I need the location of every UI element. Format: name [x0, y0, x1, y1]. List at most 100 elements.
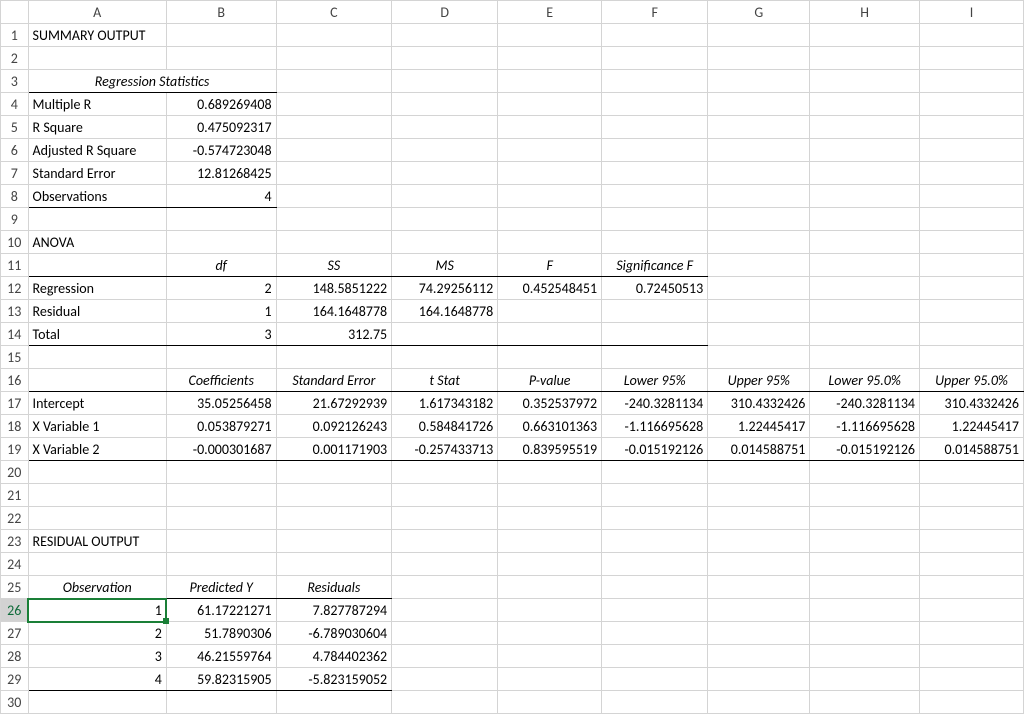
cell-G28[interactable]: [708, 645, 810, 668]
cell-E13[interactable]: [498, 300, 602, 323]
cell-H25[interactable]: [810, 576, 920, 599]
cell-G5[interactable]: [708, 116, 810, 139]
row-header-28[interactable]: 28: [1, 645, 29, 668]
row-header-2[interactable]: 2: [1, 47, 29, 70]
cell-F23[interactable]: [602, 530, 708, 553]
cell-I7[interactable]: [920, 162, 1024, 185]
cell-E22[interactable]: [498, 507, 602, 530]
cell-G21[interactable]: [708, 484, 810, 507]
spreadsheet-grid[interactable]: A B C D E F G H I 1 SUMMARY OUTPUT 2 3 R…: [0, 0, 1024, 714]
cell-E6[interactable]: [498, 139, 602, 162]
cell-E27[interactable]: [498, 622, 602, 645]
cell-D29[interactable]: [392, 668, 498, 691]
cell-B30[interactable]: [166, 691, 276, 714]
cell-E26[interactable]: [498, 599, 602, 622]
cell-A4[interactable]: Multiple R: [28, 93, 166, 116]
cell-F13[interactable]: [602, 300, 708, 323]
cell-C1[interactable]: [276, 24, 392, 47]
cell-D28[interactable]: [392, 645, 498, 668]
cell-H1[interactable]: [810, 24, 920, 47]
cell-E19[interactable]: 0.839595519: [498, 438, 602, 461]
cell-E3[interactable]: [498, 70, 602, 93]
cell-G23[interactable]: [708, 530, 810, 553]
cell-D14[interactable]: [392, 323, 498, 346]
cell-A5[interactable]: R Square: [28, 116, 166, 139]
cell-E28[interactable]: [498, 645, 602, 668]
cell-B13[interactable]: 1: [166, 300, 276, 323]
cell-B16[interactable]: Coefficients: [166, 369, 276, 392]
cell-F20[interactable]: [602, 461, 708, 484]
cell-F19[interactable]: -0.015192126: [602, 438, 708, 461]
cell-G11[interactable]: [708, 254, 810, 277]
cell-G9[interactable]: [708, 208, 810, 231]
cell-H16[interactable]: Lower 95.0%: [810, 369, 920, 392]
cell-G8[interactable]: [708, 185, 810, 208]
cell-E20[interactable]: [498, 461, 602, 484]
cell-G17[interactable]: 310.4332426: [708, 392, 810, 415]
cell-I29[interactable]: [920, 668, 1024, 691]
cell-C25[interactable]: Residuals: [276, 576, 392, 599]
cell-C18[interactable]: 0.092126243: [276, 415, 392, 438]
cell-D27[interactable]: [392, 622, 498, 645]
cell-I17[interactable]: 310.4332426: [920, 392, 1024, 415]
cell-D15[interactable]: [392, 346, 498, 369]
cell-H17[interactable]: -240.3281134: [810, 392, 920, 415]
cell-D2[interactable]: [392, 47, 498, 70]
cell-F25[interactable]: [602, 576, 708, 599]
cell-G27[interactable]: [708, 622, 810, 645]
cell-B11[interactable]: df: [166, 254, 276, 277]
cell-E21[interactable]: [498, 484, 602, 507]
cell-A13[interactable]: Residual: [28, 300, 166, 323]
row-header-20[interactable]: 20: [1, 461, 29, 484]
cell-C11[interactable]: SS: [276, 254, 392, 277]
col-header-G[interactable]: G: [708, 1, 810, 24]
cell-F16[interactable]: Lower 95%: [602, 369, 708, 392]
cell-A8[interactable]: Observations: [28, 185, 166, 208]
cell-D10[interactable]: [392, 231, 498, 254]
cell-G13[interactable]: [708, 300, 810, 323]
cell-A6[interactable]: Adjusted R Square: [28, 139, 166, 162]
col-header-B[interactable]: B: [166, 1, 276, 24]
cell-I30[interactable]: [920, 691, 1024, 714]
cell-C17[interactable]: 21.67292939: [276, 392, 392, 415]
cell-B18[interactable]: 0.053879271: [166, 415, 276, 438]
cell-E25[interactable]: [498, 576, 602, 599]
cell-D21[interactable]: [392, 484, 498, 507]
cell-B7[interactable]: 12.81268425: [166, 162, 276, 185]
cell-C30[interactable]: [276, 691, 392, 714]
cell-D11[interactable]: MS: [392, 254, 498, 277]
cell-A19[interactable]: X Variable 2: [28, 438, 166, 461]
cell-F17[interactable]: -240.3281134: [602, 392, 708, 415]
cell-F29[interactable]: [602, 668, 708, 691]
cell-E18[interactable]: 0.663101363: [498, 415, 602, 438]
cell-G26[interactable]: [708, 599, 810, 622]
cell-E12[interactable]: 0.452548451: [498, 277, 602, 300]
cell-B27[interactable]: 51.7890306: [166, 622, 276, 645]
cell-C21[interactable]: [276, 484, 392, 507]
cell-B6[interactable]: -0.574723048: [166, 139, 276, 162]
cell-A25[interactable]: Observation: [28, 576, 166, 599]
cell-H19[interactable]: -0.015192126: [810, 438, 920, 461]
cell-B8[interactable]: 4: [166, 185, 276, 208]
cell-A21[interactable]: [28, 484, 166, 507]
cell-A16[interactable]: [28, 369, 166, 392]
row-header-6[interactable]: 6: [1, 139, 29, 162]
cell-D3[interactable]: [392, 70, 498, 93]
row-header-22[interactable]: 22: [1, 507, 29, 530]
cell-I20[interactable]: [920, 461, 1024, 484]
cell-I5[interactable]: [920, 116, 1024, 139]
cell-D12[interactable]: 74.29256112: [392, 277, 498, 300]
row-header-17[interactable]: 17: [1, 392, 29, 415]
row-header-9[interactable]: 9: [1, 208, 29, 231]
cell-E11[interactable]: F: [498, 254, 602, 277]
cell-F7[interactable]: [602, 162, 708, 185]
cell-D22[interactable]: [392, 507, 498, 530]
cell-C10[interactable]: [276, 231, 392, 254]
cell-B29[interactable]: 59.82315905: [166, 668, 276, 691]
cell-D6[interactable]: [392, 139, 498, 162]
cell-E14[interactable]: [498, 323, 602, 346]
cell-I9[interactable]: [920, 208, 1024, 231]
cell-F15[interactable]: [602, 346, 708, 369]
cell-I11[interactable]: [920, 254, 1024, 277]
cell-I2[interactable]: [920, 47, 1024, 70]
